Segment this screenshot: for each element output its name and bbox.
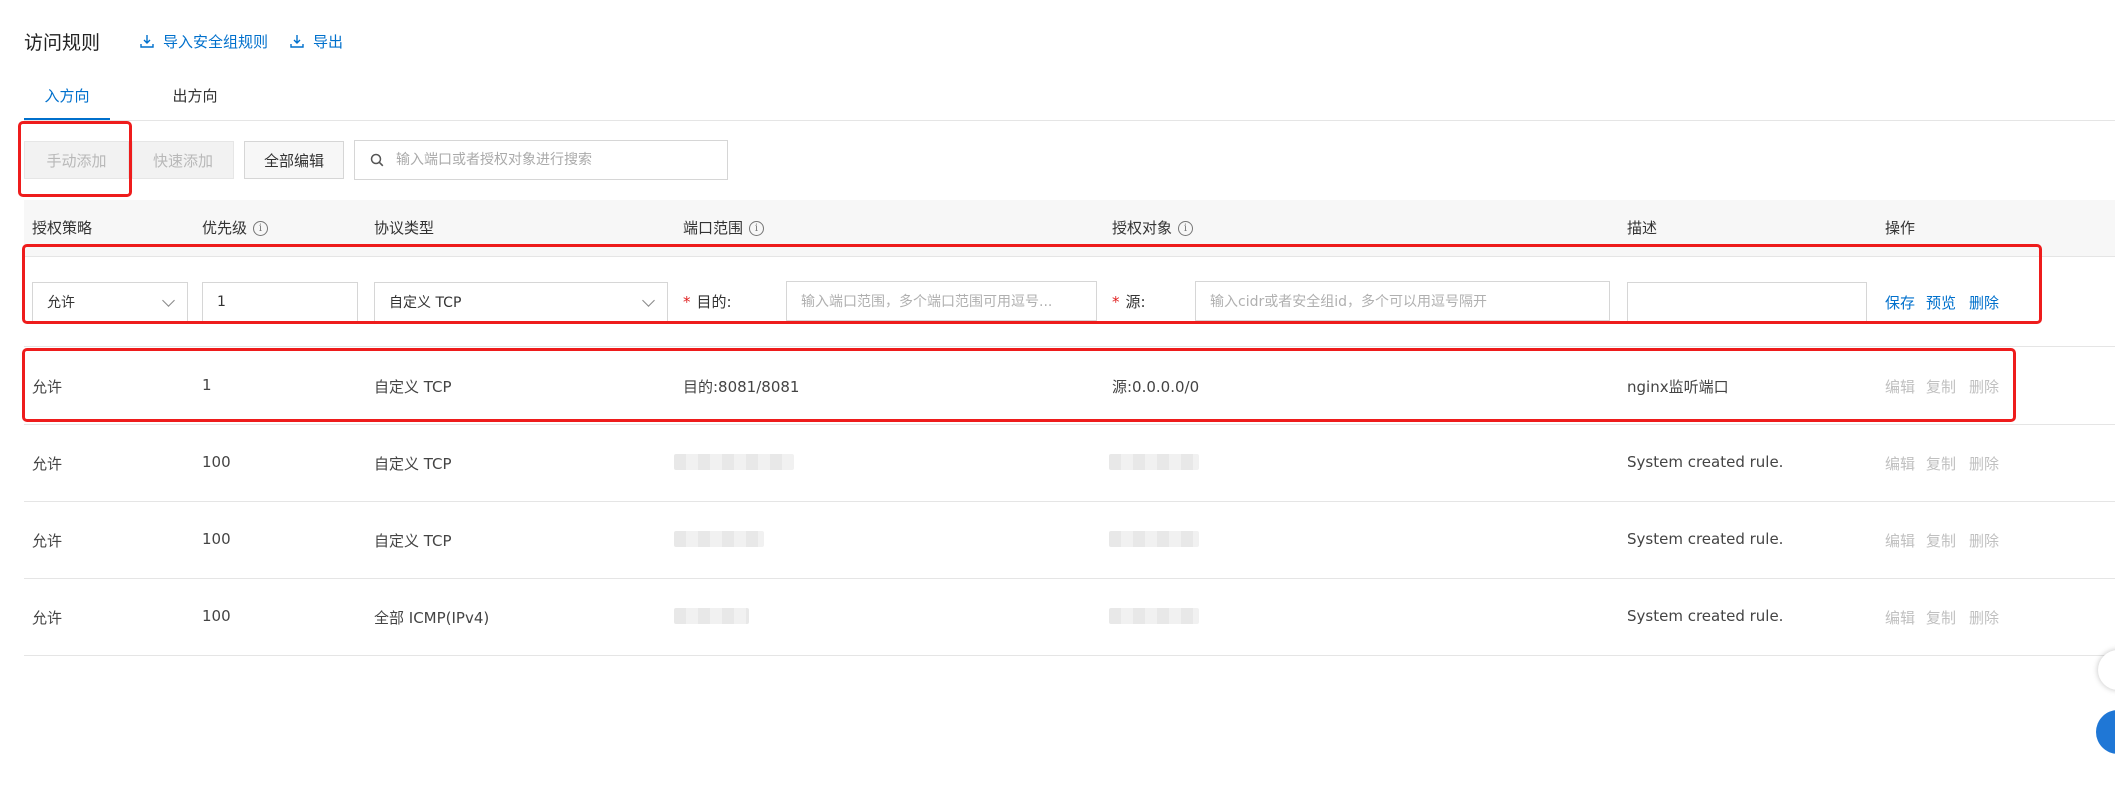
row-priority: 100 xyxy=(202,530,231,548)
priority-input-value: 1 xyxy=(217,294,226,310)
delete-button[interactable]: 删除 xyxy=(1969,607,1999,628)
row-policy: 允许 xyxy=(32,378,63,396)
table-row: 允许 100 全部 ICMP(IPv4) System created rule… xyxy=(24,578,2115,656)
table-row: 允许 1 自定义 TCP 目的:8081/8081 源:0.0.0.0/0 ng… xyxy=(24,347,2115,425)
row-policy: 允许 xyxy=(32,455,63,473)
import-security-group-rules-link[interactable]: 导入安全组规则 xyxy=(140,31,268,52)
table-row: 允许 100 自定义 TCP System created rule. 编辑 复… xyxy=(24,501,2115,579)
policy-select[interactable]: 允许 xyxy=(32,282,188,322)
col-policy: 授权策略 xyxy=(32,219,93,237)
description-input[interactable] xyxy=(1627,282,1867,322)
preview-button[interactable]: 预览 xyxy=(1926,292,1956,313)
source-input[interactable]: 输入cidr或者安全组id，多个可以用逗号隔开 xyxy=(1195,281,1610,321)
manual-add-button[interactable]: 手动添加 xyxy=(24,141,129,179)
chevron-down-icon xyxy=(642,294,655,307)
row-policy: 允许 xyxy=(32,532,63,550)
source-placeholder: 输入cidr或者安全组id，多个可以用逗号隔开 xyxy=(1210,294,1488,310)
copy-button[interactable]: 复制 xyxy=(1926,530,1956,551)
import-label: 导入安全组规则 xyxy=(163,32,269,51)
export-icon xyxy=(290,35,304,48)
col-actions: 操作 xyxy=(1885,219,1916,237)
row-priority: 100 xyxy=(202,607,231,625)
edit-button[interactable]: 编辑 xyxy=(1885,453,1915,474)
row-auth-object-redacted xyxy=(1109,531,1199,547)
row-protocol: 自定义 TCP xyxy=(374,455,452,473)
col-port-range: 端口范围 i xyxy=(683,200,765,256)
search-icon xyxy=(370,153,384,167)
info-icon[interactable]: i xyxy=(253,220,269,236)
row-description: System created rule. xyxy=(1627,607,1784,625)
export-link[interactable]: 导出 xyxy=(290,31,343,52)
delete-button[interactable]: 删除 xyxy=(1969,292,1999,313)
col-priority-label: 优先级 xyxy=(202,219,248,237)
row-port: 目的:8081/8081 xyxy=(683,378,800,396)
row-protocol: 自定义 TCP xyxy=(374,532,452,550)
row-port-redacted xyxy=(674,454,794,470)
save-button[interactable]: 保存 xyxy=(1885,292,1915,313)
row-priority: 100 xyxy=(202,453,231,471)
row-description: nginx监听端口 xyxy=(1627,378,1729,396)
page-header: 访问规则 导入安全组规则 导出 xyxy=(24,26,365,56)
info-icon[interactable]: i xyxy=(1178,220,1194,236)
table-header: 授权策略 优先级 i 协议类型 端口范围 i 授权对象 i 描述 操作 xyxy=(24,200,2115,257)
copy-button[interactable]: 复制 xyxy=(1926,376,1956,397)
row-auth-object-redacted xyxy=(1109,454,1199,470)
row-description: System created rule. xyxy=(1627,530,1784,548)
dest-port-input[interactable]: 输入端口范围，多个端口范围可用逗号... xyxy=(786,281,1097,321)
edit-button[interactable]: 编辑 xyxy=(1885,530,1915,551)
info-icon[interactable]: i xyxy=(749,220,765,236)
col-priority: 优先级 i xyxy=(202,200,269,256)
row-policy: 允许 xyxy=(32,609,63,627)
col-auth-object: 授权对象 i xyxy=(1112,200,1194,256)
delete-button[interactable]: 删除 xyxy=(1969,453,1999,474)
row-description: System created rule. xyxy=(1627,453,1784,471)
col-protocol: 协议类型 xyxy=(374,219,435,237)
copy-button[interactable]: 复制 xyxy=(1926,453,1956,474)
dest-label: * 目的: xyxy=(683,293,732,311)
protocol-select[interactable]: 自定义 TCP xyxy=(374,282,668,322)
row-protocol: 全部 ICMP(IPv4) xyxy=(374,609,490,627)
copy-button[interactable]: 复制 xyxy=(1926,607,1956,628)
row-port-redacted xyxy=(674,608,749,624)
row-auth-object: 源:0.0.0.0/0 xyxy=(1112,378,1200,396)
protocol-select-value: 自定义 TCP xyxy=(389,295,462,311)
edit-rule-row: 允许 1 自定义 TCP * 目的: 输入端口范围，多个端口范围可用逗号... *… xyxy=(24,257,2115,347)
import-icon xyxy=(140,35,154,48)
policy-select-value: 允许 xyxy=(47,295,75,311)
direction-tabs: 入方向 出方向 xyxy=(24,82,2115,121)
table-row: 允许 100 自定义 TCP System created rule. 编辑 复… xyxy=(24,424,2115,502)
priority-input[interactable]: 1 xyxy=(202,282,358,322)
row-port-redacted xyxy=(674,531,764,547)
chevron-down-icon xyxy=(162,294,175,307)
delete-button[interactable]: 删除 xyxy=(1969,376,1999,397)
feedback-float-button[interactable] xyxy=(2098,650,2115,690)
col-description: 描述 xyxy=(1627,219,1658,237)
edit-all-button[interactable]: 全部编辑 xyxy=(244,141,344,179)
col-port-range-label: 端口范围 xyxy=(683,219,744,237)
edit-button[interactable]: 编辑 xyxy=(1885,607,1915,628)
source-label-text: 源: xyxy=(1125,293,1146,311)
edit-button[interactable]: 编辑 xyxy=(1885,376,1915,397)
tab-outbound[interactable]: 出方向 xyxy=(150,82,240,120)
row-priority: 1 xyxy=(202,376,212,394)
quick-add-button[interactable]: 快速添加 xyxy=(132,141,234,179)
dest-port-placeholder: 输入端口范围，多个端口范围可用逗号... xyxy=(801,294,1053,310)
col-auth-object-label: 授权对象 xyxy=(1112,219,1173,237)
search-input[interactable] xyxy=(394,151,718,169)
help-float-button[interactable] xyxy=(2096,710,2115,754)
row-auth-object-redacted xyxy=(1109,608,1199,624)
delete-button[interactable]: 删除 xyxy=(1969,530,1999,551)
tab-inbound[interactable]: 入方向 xyxy=(24,82,110,120)
page-title: 访问规则 xyxy=(24,31,101,54)
search-box xyxy=(354,140,728,180)
row-protocol: 自定义 TCP xyxy=(374,378,452,396)
source-label: * 源: xyxy=(1112,293,1146,311)
dest-label-text: 目的: xyxy=(696,293,732,311)
export-label: 导出 xyxy=(313,32,344,51)
